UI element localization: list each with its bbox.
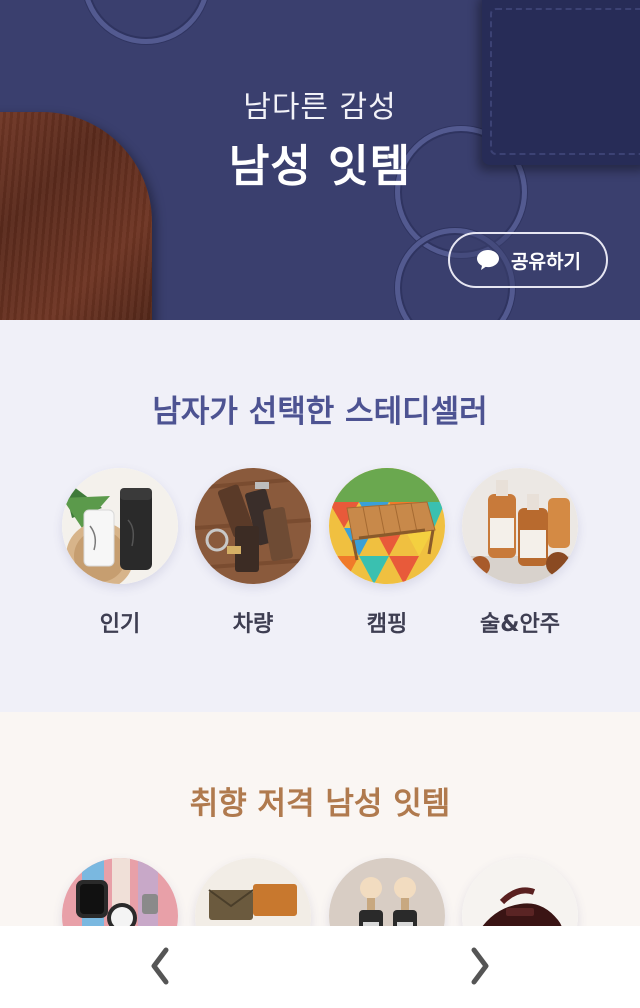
category-popular[interactable]: 인기 <box>61 468 179 638</box>
category-camping[interactable]: 캠핑 <box>328 468 446 638</box>
category-label: 인기 <box>99 612 141 637</box>
keyring-image <box>195 468 311 584</box>
hero-title: 남성 잇템 <box>228 141 412 192</box>
chevron-left-icon <box>146 946 174 990</box>
category-label: 캠핑 <box>366 612 408 637</box>
bottom-navigation <box>0 926 640 1008</box>
next-button[interactable] <box>456 944 504 992</box>
share-label: 공유하기 <box>511 250 581 273</box>
chevron-right-icon <box>466 946 494 990</box>
camping-table-image <box>329 468 445 584</box>
category-label: 술&안주 <box>480 612 560 637</box>
liquor-bottle-image <box>462 468 578 584</box>
category-liquor[interactable]: 술&안주 <box>461 468 579 638</box>
decor-ring <box>82 0 210 44</box>
tumbler-image <box>62 468 178 584</box>
steady-seller-section: 남자가 선택한 스테디셀러 인기 차량 캠핑 술&안주 <box>0 320 640 712</box>
section-title: 남자가 선택한 스테디셀러 <box>152 394 488 430</box>
prev-button[interactable] <box>136 944 184 992</box>
category-label: 차량 <box>232 612 274 637</box>
hero-subtitle: 남다른 감성 <box>243 90 397 125</box>
section-title: 취향 저격 남성 잇템 <box>189 786 451 822</box>
category-car[interactable]: 차량 <box>194 468 312 638</box>
hero-banner: 남다른 감성 남성 잇템 공유하기 <box>0 0 640 320</box>
chat-bubble-icon <box>475 248 501 272</box>
share-button[interactable]: 공유하기 <box>448 232 608 288</box>
